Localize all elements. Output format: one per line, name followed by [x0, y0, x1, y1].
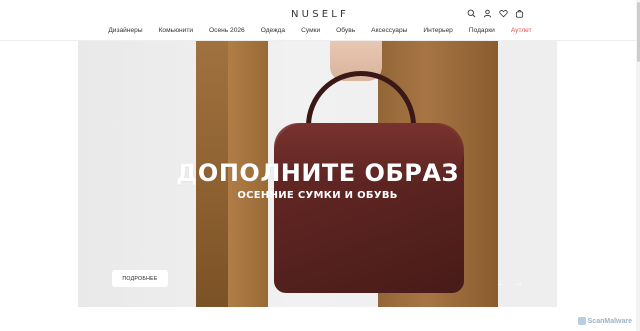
scanmalware-icon — [577, 317, 586, 325]
nav-item-autumn-2026[interactable]: Осень 2026 — [201, 27, 253, 34]
hero-banner[interactable]: ДОПОЛНИТЕ ОБРАЗ ОСЕННИЕ СУМКИ И ОБУВЬ ПО… — [78, 41, 557, 307]
nav-item-community[interactable]: Комьюнити — [151, 27, 201, 34]
nav-item-clothing[interactable]: Одежда — [253, 27, 293, 34]
more-details-button[interactable]: ПОДРОБНЕЕ — [112, 270, 168, 287]
arrow-left-icon[interactable]: ← — [496, 279, 505, 288]
nav-item-shoes[interactable]: Обувь — [328, 27, 363, 34]
heart-icon[interactable] — [499, 9, 508, 18]
page-scrollbar[interactable] — [636, 0, 640, 331]
watermark-text: ScanMalware — [587, 317, 632, 325]
main-nav: Дизайнеры Комьюнити Осень 2026 Одежда Су… — [0, 27, 640, 34]
nav-item-bags[interactable]: Сумки — [293, 27, 328, 34]
carousel-arrows: ← → — [496, 279, 523, 288]
arrow-right-icon[interactable]: → — [514, 279, 523, 288]
user-icon[interactable] — [483, 9, 492, 18]
header-icons — [467, 9, 524, 18]
hero-subtitle: ОСЕННИЕ СУМКИ И ОБУВЬ — [237, 190, 398, 201]
nav-item-interior[interactable]: Интерьер — [415, 27, 460, 34]
bag-icon[interactable] — [515, 9, 524, 18]
nav-item-gifts[interactable]: Подарки — [461, 27, 503, 34]
hero-title: ДОПОЛНИТЕ ОБРАЗ — [176, 159, 459, 187]
nav-item-designers[interactable]: Дизайнеры — [100, 27, 150, 34]
nav-item-accessories[interactable]: Аксессуары — [363, 27, 415, 34]
site-logo[interactable]: NUSELF — [0, 9, 640, 20]
nav-item-outlet[interactable]: Аутлет — [503, 27, 540, 34]
watermark: ScanMalware — [577, 317, 632, 325]
search-icon[interactable] — [467, 9, 476, 18]
